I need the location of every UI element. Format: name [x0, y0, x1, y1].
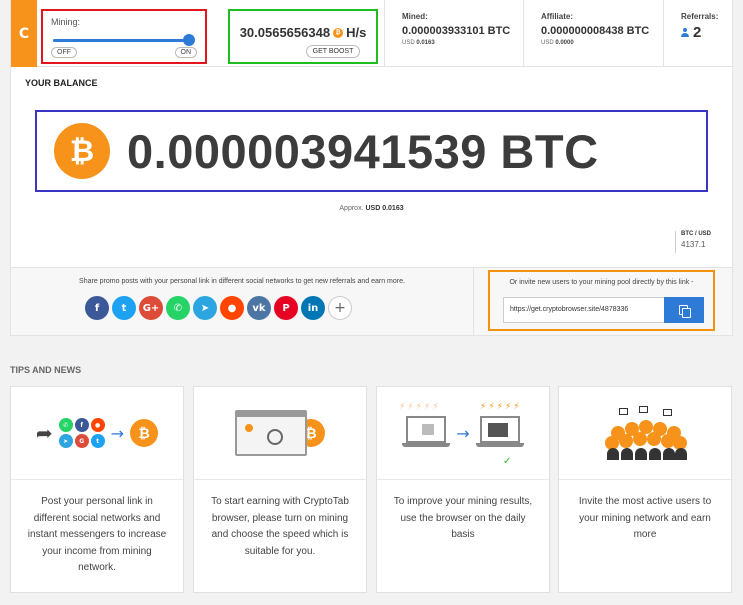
affiliate-stat: Affiliate: 0.000000008438 BTC USD 0.0000 — [523, 0, 663, 67]
mined-usd-prefix: USD — [402, 40, 415, 46]
balance-approx: Approx. USD 0.0163 — [11, 205, 732, 212]
tip-text: To improve your mining results, use the … — [393, 496, 533, 540]
google-plus-share-button[interactable]: G+ — [139, 296, 163, 320]
laptop-active-icon — [475, 416, 524, 450]
share-arrow-icon: ➦ — [35, 421, 53, 445]
social-buttons: f t G+ ✆ ➤ ● vk Pin + — [85, 296, 352, 320]
tip-card-mining: ₿ To start earning with CryptoTab browse… — [193, 386, 367, 593]
linkedin-share-button[interactable]: in — [301, 296, 325, 320]
invite-link-panel: Or invite new users to your mining pool … — [488, 270, 715, 331]
share-row: Share promo posts with your personal lin… — [10, 267, 733, 336]
share-illustration: ➦ ✆ f ● ➤ G t → ₿ — [11, 387, 183, 480]
hashrate-value: 30.0565656348 — [239, 25, 331, 40]
invite-instructions: Or invite new users to your mining pool … — [509, 279, 694, 286]
get-boost-button[interactable]: GET BOOST — [305, 45, 361, 58]
mined-stat: Mined: 0.000003933101 BTC USD 0.0163 — [384, 0, 523, 67]
mining-control: Mining: OFF ON — [41, 9, 207, 64]
referrals-label: Referrals: — [681, 12, 719, 21]
top-stats-bar: C Mining: OFF ON 30.0565656348 ₿ H/s GET… — [10, 0, 733, 67]
tip-card-invite: Invite the most active users to your min… — [558, 386, 732, 593]
checkmark-icon: ✓ — [503, 456, 512, 467]
reddit-share-button[interactable]: ● — [220, 296, 244, 320]
tip-card-share: ➦ ✆ f ● ➤ G t → ₿ Post your personal lin… — [10, 386, 184, 593]
balance-display: ₿ 0.000003941539 BTC — [35, 110, 708, 192]
laptop-idle-icon — [402, 416, 451, 450]
twitter-share-button[interactable]: t — [112, 296, 136, 320]
affiliate-usd-value: 0.0000 — [555, 40, 574, 46]
bolt-icons-bright: ⚡⚡⚡⚡⚡ — [480, 402, 522, 412]
mining-speed-slider[interactable] — [53, 34, 195, 47]
tip-text: Post your personal link in different soc… — [27, 496, 167, 573]
balance-card: YOUR BALANCE ₿ 0.000003941539 BTC Approx… — [10, 67, 733, 269]
rate-label: BTC / USD — [681, 231, 711, 237]
mined-usd-value: 0.0163 — [416, 40, 435, 46]
cryptotab-logo[interactable]: C — [11, 0, 37, 67]
arrow-right-icon: → — [456, 423, 470, 443]
google-plus-icon: G — [74, 434, 89, 448]
referrals-stat[interactable]: Referrals: 2 — [663, 0, 734, 67]
arrow-right-icon: → — [110, 423, 125, 443]
balance-title: YOUR BALANCE — [25, 78, 98, 88]
bitcoin-icon: ₿ — [54, 123, 110, 179]
tips-title: TIPS AND NEWS — [10, 365, 82, 375]
pinterest-share-button[interactable]: P — [274, 296, 298, 320]
social-share-panel: Share promo posts with your personal lin… — [11, 268, 474, 335]
user-icon — [681, 28, 689, 37]
facebook-share-button[interactable]: f — [85, 296, 109, 320]
tip-card-daily: ⚡⚡⚡⚡⚡ ⚡⚡⚡⚡⚡ → ✓ To improve your mining r… — [376, 386, 550, 593]
approx-prefix: Approx. — [339, 205, 364, 212]
whatsapp-share-button[interactable]: ✆ — [166, 296, 190, 320]
referrals-row: 2 — [681, 24, 734, 41]
rate-value: 4137.1 — [681, 240, 706, 249]
mining-off-button[interactable]: OFF — [51, 47, 77, 58]
whatsapp-icon: ✆ — [58, 418, 73, 432]
share-instructions: Share promo posts with your personal lin… — [79, 278, 405, 285]
exchange-rate: BTC / USD 4137.1 — [675, 231, 711, 253]
copy-icon — [679, 304, 691, 318]
affiliate-usd: USD 0.0000 — [541, 40, 663, 46]
laptop-illustration: ⚡⚡⚡⚡⚡ ⚡⚡⚡⚡⚡ → ✓ — [377, 387, 549, 480]
tip-text: Invite the most active users to your min… — [578, 496, 712, 540]
balance-value: 0.000003941539 BTC — [127, 124, 599, 178]
bolt-icons-dim: ⚡⚡⚡⚡⚡ — [399, 402, 441, 412]
crowd-icon — [603, 406, 687, 460]
facebook-icon: f — [74, 418, 89, 432]
affiliate-label: Affiliate: — [541, 12, 573, 21]
mined-value: 0.000003933101 BTC — [402, 25, 511, 37]
slider-fill — [53, 39, 189, 42]
mining-label: Mining: — [51, 17, 81, 27]
gear-icon — [267, 429, 283, 445]
mining-on-button[interactable]: ON — [174, 47, 197, 58]
bitcoin-icon: ₿ — [130, 419, 159, 447]
browser-illustration: ₿ — [194, 387, 366, 480]
affiliate-usd-prefix: USD — [541, 40, 554, 46]
coin-icon: ₿ — [333, 27, 344, 38]
invite-link-field[interactable]: https://get.cryptobrowser.site/4878336 — [503, 297, 665, 323]
crowd-illustration — [559, 387, 731, 480]
referrals-count: 2 — [693, 24, 702, 41]
affiliate-value: 0.000000008438 BTC — [541, 25, 650, 37]
twitter-icon: t — [90, 434, 105, 448]
mining-speed-panel: 30.0565656348 ₿ H/s GET BOOST — [228, 9, 378, 64]
more-share-button[interactable]: + — [328, 296, 352, 320]
approx-value: USD 0.0163 — [365, 205, 404, 212]
copy-link-button[interactable] — [664, 297, 704, 323]
slider-thumb[interactable] — [183, 34, 195, 46]
browser-window-icon — [235, 410, 307, 456]
telegram-share-button[interactable]: ➤ — [193, 296, 217, 320]
reddit-icon: ● — [90, 418, 105, 432]
mined-usd: USD 0.0163 — [402, 40, 523, 46]
hashrate-unit: H/s — [346, 25, 367, 40]
mined-label: Mined: — [402, 12, 428, 21]
logo-glyph: C — [18, 25, 30, 42]
telegram-icon: ➤ — [58, 434, 73, 448]
tip-text: To start earning with CryptoTab browser,… — [211, 496, 349, 557]
hashrate-display: 30.0565656348 ₿ H/s — [238, 25, 368, 40]
vk-share-button[interactable]: vk — [247, 296, 271, 320]
social-cluster: ✆ f ● ➤ G t — [58, 418, 105, 448]
